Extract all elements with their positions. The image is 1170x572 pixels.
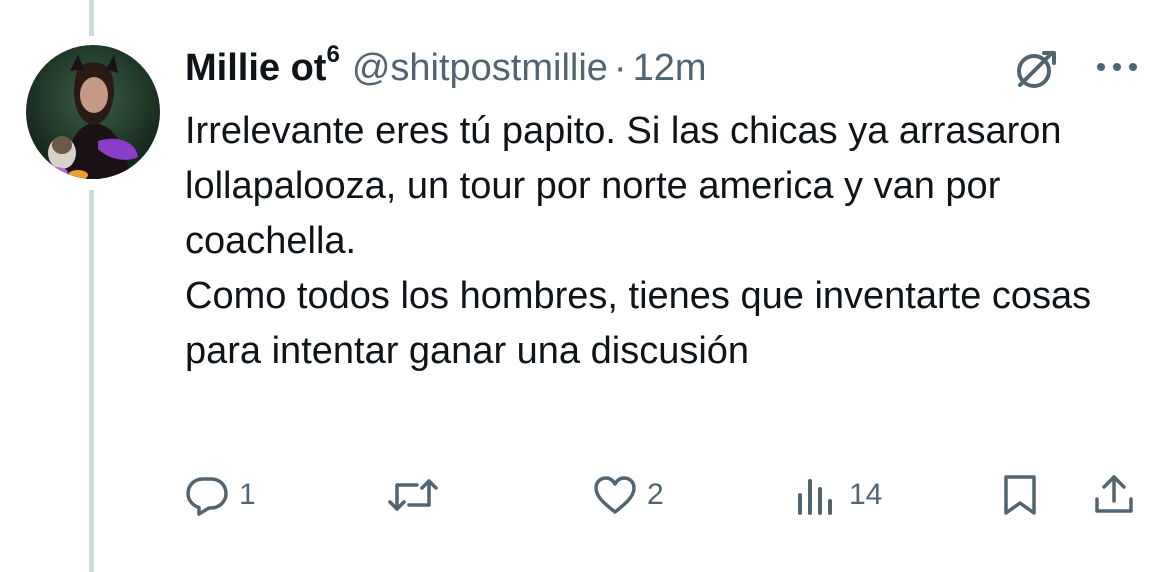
avatar-image	[26, 45, 160, 179]
thread-line-top	[89, 0, 94, 36]
user-handle[interactable]: @shitpostmillie	[352, 44, 608, 92]
avatar[interactable]	[26, 45, 160, 179]
views-button[interactable]: 14	[795, 470, 882, 520]
tweet-paragraph-1: Irrelevante eres tú papito. Si las chica…	[185, 110, 1062, 262]
display-name-superscript: 6	[326, 41, 340, 69]
tweet-header: Millie ot6 @shitpostmillie · 12m	[185, 41, 707, 92]
timestamp[interactable]: 12m	[633, 44, 707, 92]
reply-button[interactable]: 1	[185, 470, 256, 520]
more-icon[interactable]	[1094, 56, 1140, 78]
share-icon	[1095, 475, 1133, 513]
grok-icon[interactable]	[1010, 44, 1060, 94]
views-count: 14	[849, 478, 883, 511]
display-name-text: Millie ot	[185, 47, 327, 89]
share-button[interactable]	[1092, 470, 1136, 520]
separator-dot: ·	[613, 47, 627, 89]
display-name[interactable]: Millie ot6	[185, 41, 340, 92]
like-count: 2	[647, 478, 664, 511]
tweet-paragraph-2: Como todos los hombres, tienes que inven…	[185, 275, 1092, 372]
repost-button[interactable]	[387, 470, 449, 520]
action-bar: 1 2 14	[0, 470, 1170, 520]
reply-icon	[186, 477, 228, 516]
reply-count: 1	[239, 478, 256, 511]
bookmark-button[interactable]	[998, 470, 1042, 520]
like-icon	[594, 476, 636, 514]
like-button[interactable]: 2	[593, 470, 664, 520]
tweet-text: Irrelevante eres tú papito. Si las chica…	[185, 104, 1145, 379]
repost-icon	[388, 479, 438, 511]
bookmark-icon	[1004, 475, 1036, 515]
views-icon	[798, 479, 832, 515]
